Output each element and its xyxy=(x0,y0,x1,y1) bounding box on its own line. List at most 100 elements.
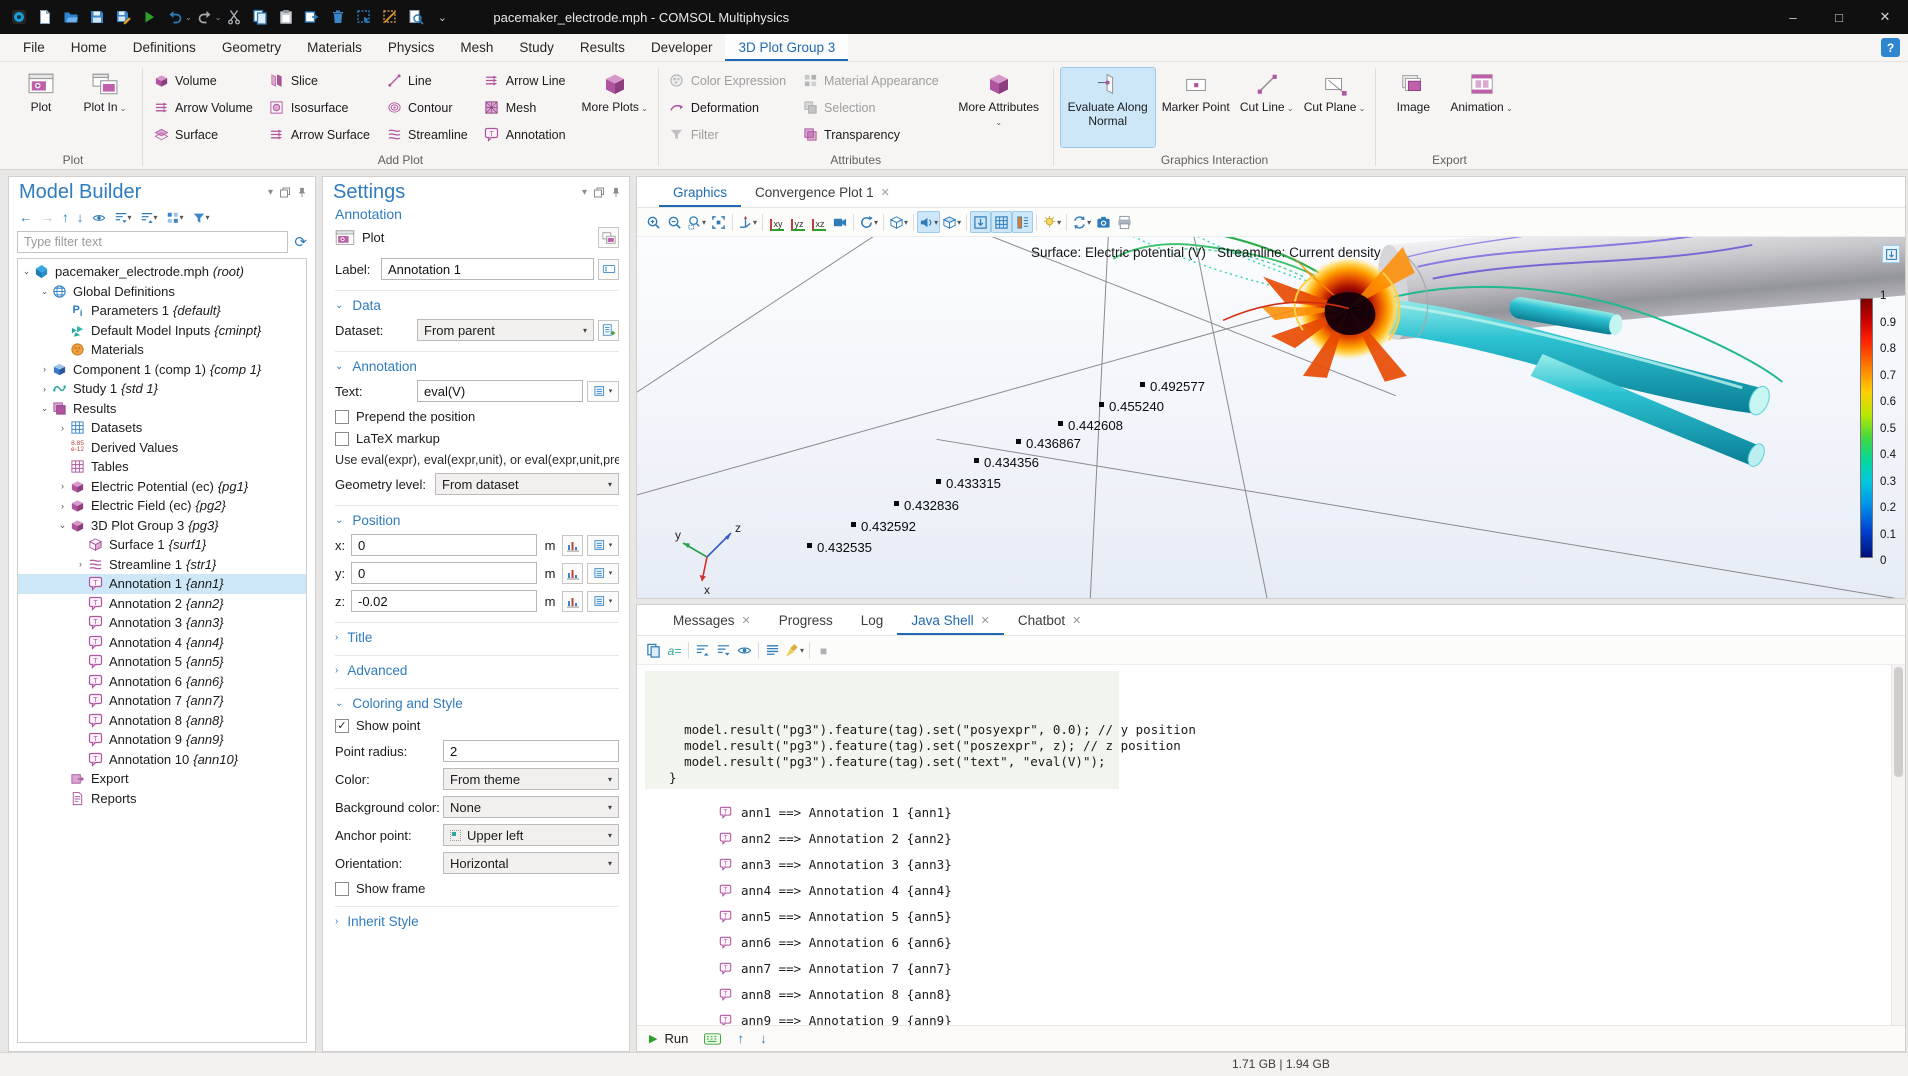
section-inherit-style[interactable]: ›Inherit Style xyxy=(335,906,619,929)
history-down-icon[interactable]: ↓ xyxy=(760,1031,767,1046)
tree-expander[interactable]: ⌄ xyxy=(38,403,51,414)
ribbon-item[interactable]: Slice xyxy=(265,69,380,93)
ribbon-big-button[interactable]: Cut Line ⌄ xyxy=(1236,67,1298,148)
tree-item[interactable]: › Electric Field (ec) {pg2} xyxy=(18,496,306,516)
graphics-tool[interactable]: ▾ xyxy=(685,211,708,233)
tree-expander[interactable]: ⌄ xyxy=(38,286,51,297)
tree-item[interactable]: Surface 1 {surf1} xyxy=(18,535,306,555)
show-point-checkbox[interactable] xyxy=(335,719,349,733)
graphics-tool[interactable]: ▾ xyxy=(966,214,967,231)
point-radius-input[interactable] xyxy=(443,740,619,762)
graphics-tool[interactable]: ▾ xyxy=(887,211,910,233)
pin-icon[interactable] xyxy=(297,187,307,198)
graphics-tool[interactable]: ▾ xyxy=(1066,214,1067,231)
y-menu-button[interactable]: ▾ xyxy=(587,563,619,584)
select-box-icon[interactable] xyxy=(354,7,375,28)
graphics-tool[interactable]: ▾ xyxy=(883,214,884,231)
float-icon[interactable] xyxy=(594,187,604,198)
tree-item[interactable]: T Annotation 3 {ann3} xyxy=(18,613,306,633)
ribbon-item[interactable]: Line xyxy=(382,69,478,93)
redo-icon[interactable] xyxy=(194,7,215,28)
tree-item[interactable]: › Streamline 1 {str1} xyxy=(18,555,306,575)
ribbon-item[interactable]: Selection xyxy=(798,96,949,120)
console-tool[interactable]: ▾ xyxy=(734,639,755,661)
graphics-tool[interactable]: ▾ xyxy=(708,211,729,233)
graphics-tool[interactable]: xy▾ xyxy=(766,211,787,233)
ribbon-item[interactable]: Transparency xyxy=(798,123,949,147)
new-file-icon[interactable] xyxy=(35,7,56,28)
ribbon-big-button[interactable]: Plot ⌄ xyxy=(10,67,72,148)
menu-item[interactable]: Results xyxy=(567,34,638,61)
model-builder-tool[interactable]: ←▾ xyxy=(17,209,35,226)
console-tab[interactable]: Chatbot✕ xyxy=(1004,605,1096,635)
ribbon-item[interactable]: T Annotation xyxy=(480,123,576,147)
find-icon[interactable] xyxy=(406,7,427,28)
tree-item[interactable]: T Annotation 6 {ann6} xyxy=(18,672,306,692)
section-advanced[interactable]: ›Advanced xyxy=(335,655,619,678)
range-icon[interactable] xyxy=(562,535,583,556)
orientation-select[interactable]: Horizontal▾ xyxy=(443,852,619,874)
console-tool[interactable]: ▾ xyxy=(692,639,713,661)
console-tool[interactable]: ▾ xyxy=(713,639,734,661)
plot-in-new-window-button[interactable] xyxy=(598,227,619,248)
graphics-tab[interactable]: Convergence Plot 1✕ xyxy=(741,177,904,207)
tree-expander[interactable]: ⌄ xyxy=(56,520,69,531)
copy-icon[interactable] xyxy=(250,7,271,28)
java-shell-output[interactable]: model.result("pg3").feature(tag).set("po… xyxy=(637,665,1905,1025)
console-tab[interactable]: Messages✕ xyxy=(659,605,765,635)
tree-item[interactable]: ⌄ Global Definitions xyxy=(18,282,306,302)
ribbon-big-button[interactable]: Marker Point ⌄ xyxy=(1158,67,1234,148)
close-icon[interactable]: ✕ xyxy=(1072,614,1081,627)
close-icon[interactable]: ✕ xyxy=(742,614,751,627)
menu-item[interactable]: Study xyxy=(506,34,567,61)
run-icon[interactable] xyxy=(139,7,160,28)
ribbon-big-button[interactable]: Animation ⌄ xyxy=(1446,67,1516,148)
menu-item[interactable]: Definitions xyxy=(120,34,209,61)
tree-item[interactable]: Default Model Inputs {cminpt} xyxy=(18,321,306,341)
graphics-tool[interactable]: ▾ xyxy=(1093,211,1114,233)
graphics-tool[interactable]: ▾ xyxy=(991,211,1012,233)
model-builder-tool[interactable]: ▾ xyxy=(138,210,160,226)
range-icon[interactable] xyxy=(562,591,583,612)
undo-icon[interactable] xyxy=(165,7,186,28)
ribbon-item[interactable]: Arrow Line xyxy=(480,69,576,93)
rename-icon[interactable] xyxy=(598,259,619,280)
plot-settings-icon[interactable] xyxy=(1882,245,1900,263)
prepend-position-checkbox[interactable] xyxy=(335,410,349,424)
tree-expander[interactable]: › xyxy=(38,364,51,374)
ribbon-item[interactable]: Contour xyxy=(382,96,478,120)
tree-item[interactable]: ⌄ pacemaker_electrode.mph (root) xyxy=(18,262,306,282)
ribbon-big-button[interactable]: Cut Plane ⌄ xyxy=(1300,67,1370,148)
graphics-canvas[interactable]: Surface: Electric potential (V) Streamli… xyxy=(637,237,1905,598)
z-menu-button[interactable]: ▾ xyxy=(587,591,619,612)
ribbon-item[interactable]: Surface xyxy=(149,123,263,147)
section-data[interactable]: ⌄Data xyxy=(335,290,619,313)
save-as-icon[interactable] xyxy=(113,7,134,28)
ribbon-big-button[interactable]: Evaluate Along Normal ⌄ xyxy=(1060,67,1156,148)
open-icon[interactable] xyxy=(61,7,82,28)
y-input[interactable] xyxy=(351,562,537,584)
graphics-tool[interactable]: ▾ xyxy=(732,214,733,231)
ribbon-item[interactable]: Material Appearance xyxy=(798,69,949,93)
graphics-tool[interactable]: ▾ xyxy=(664,211,685,233)
anchor-point-select[interactable]: Upper left▾ xyxy=(443,824,619,846)
section-annotation[interactable]: ⌄Annotation xyxy=(335,351,619,374)
menu-item[interactable]: File xyxy=(10,34,58,61)
console-tool[interactable]: a=▾ xyxy=(664,639,685,661)
tree-item[interactable]: Export xyxy=(18,769,306,789)
tree-item[interactable]: Reports xyxy=(18,789,306,809)
ribbon-big-button[interactable]: More Plots ⌄ xyxy=(578,67,652,148)
refresh-icon[interactable]: ⟳ xyxy=(294,233,307,251)
save-icon[interactable] xyxy=(87,7,108,28)
tree-item[interactable]: › Study 1 {std 1} xyxy=(18,379,306,399)
tree-item[interactable]: Materials xyxy=(18,340,306,360)
model-builder-tool[interactable]: ↓▾ xyxy=(75,209,86,226)
latex-markup-checkbox[interactable] xyxy=(335,432,349,446)
float-icon[interactable] xyxy=(280,187,290,198)
tree-item[interactable]: T Annotation 1 {ann1} xyxy=(18,574,306,594)
tree-item[interactable]: ⌄ 3D Plot Group 3 {pg3} xyxy=(18,516,306,536)
ribbon-item[interactable]: Arrow Surface xyxy=(265,123,380,147)
tree-item[interactable]: T Annotation 8 {ann8} xyxy=(18,711,306,731)
chevron-down-icon[interactable]: ⌄ xyxy=(215,13,222,22)
tree-item[interactable]: T Annotation 10 {ann10} xyxy=(18,750,306,770)
